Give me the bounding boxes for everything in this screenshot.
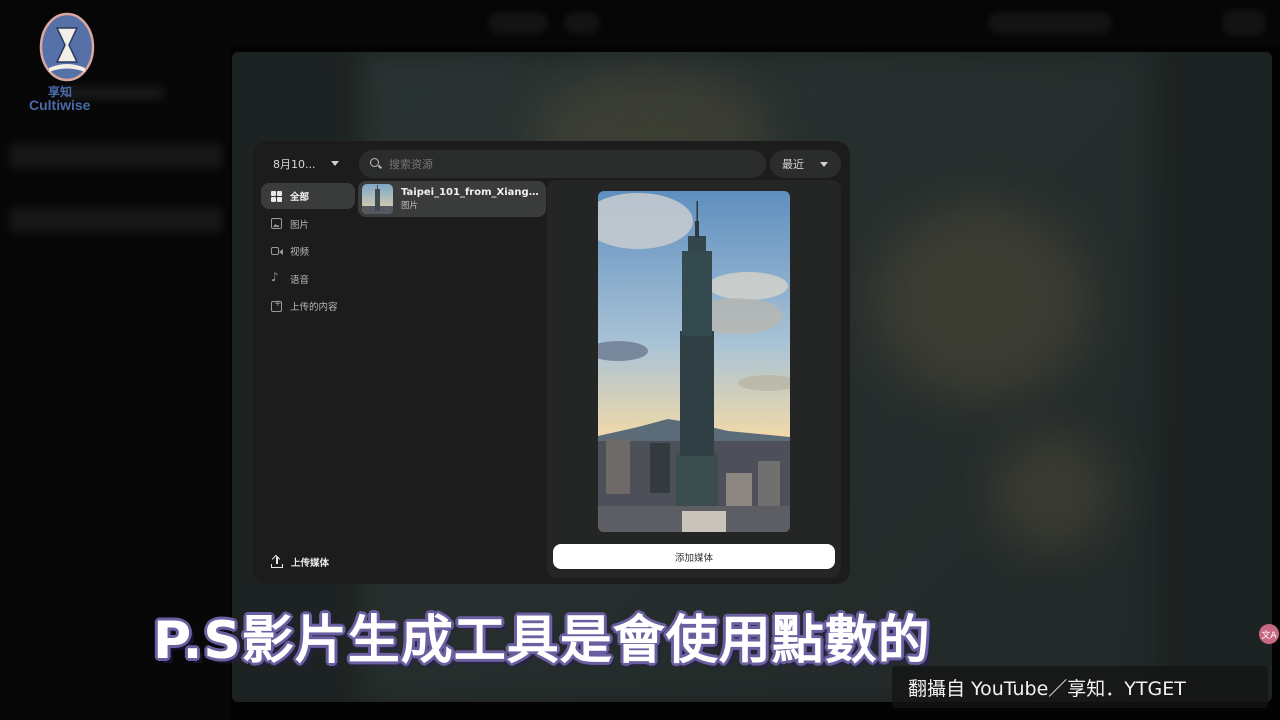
nav-item-videos[interactable]: 视频 [261, 238, 355, 264]
sort-dropdown[interactable]: 最近 [770, 150, 841, 178]
nav-item-images[interactable]: 图片 [261, 211, 355, 237]
screen: 享知 Cultiwise 8月10... 最近 全部 图片 [0, 0, 1280, 720]
image-icon [271, 218, 282, 229]
subtitle-caption: P.S影片生成工具是會使用點數的 [153, 611, 931, 671]
search-icon [369, 157, 383, 171]
video-icon [271, 247, 279, 255]
chevron-down-icon [820, 162, 828, 167]
nav-item-label: 全部 [290, 192, 310, 203]
date-filter-label: 8月10... [273, 158, 316, 171]
media-file-item[interactable]: Taipei_101_from_Xiangs... 图片 [358, 181, 546, 217]
cultiwise-logo-icon [39, 12, 95, 82]
file-name: Taipei_101_from_Xiangs... [401, 187, 541, 198]
chevron-down-icon [331, 161, 339, 166]
search-input[interactable] [389, 157, 749, 171]
audio-icon [271, 270, 282, 284]
file-type: 图片 [401, 201, 419, 211]
nav-item-label: 语音 [290, 274, 310, 286]
media-type-nav: 全部 图片 视频 语音 上传的内容 [261, 183, 355, 321]
preview-pane: 添加媒体 [547, 180, 841, 578]
nav-item-label: 图片 [290, 219, 310, 231]
upload-icon [271, 556, 283, 568]
preview-image [598, 191, 790, 532]
nav-item-label: 上传的内容 [290, 302, 338, 313]
file-thumbnail [362, 184, 393, 214]
logo-english-text: Cultiwise [29, 97, 91, 113]
upload-media-button[interactable]: 上传媒体 [271, 555, 329, 569]
nav-item-all[interactable]: 全部 [261, 183, 355, 209]
grid-icon [271, 190, 282, 202]
nav-item-audio[interactable]: 语音 [261, 266, 355, 292]
sort-label: 最近 [782, 158, 804, 171]
add-media-button[interactable]: 添加媒体 [553, 544, 835, 569]
nav-item-label: 视频 [290, 247, 310, 258]
media-picker-dialog: 8月10... 最近 全部 图片 视频 [253, 141, 850, 584]
search-bar[interactable] [359, 150, 766, 178]
source-credit: 翻攝自 YouTube／享知．YTGET [892, 666, 1268, 708]
nav-item-uploads[interactable]: 上传的内容 [261, 293, 355, 319]
upload-media-label: 上传媒体 [291, 558, 330, 569]
translate-icon[interactable]: 文A [1259, 624, 1279, 644]
upload-folder-icon [271, 299, 282, 312]
date-filter-dropdown[interactable]: 8月10... [263, 151, 349, 177]
